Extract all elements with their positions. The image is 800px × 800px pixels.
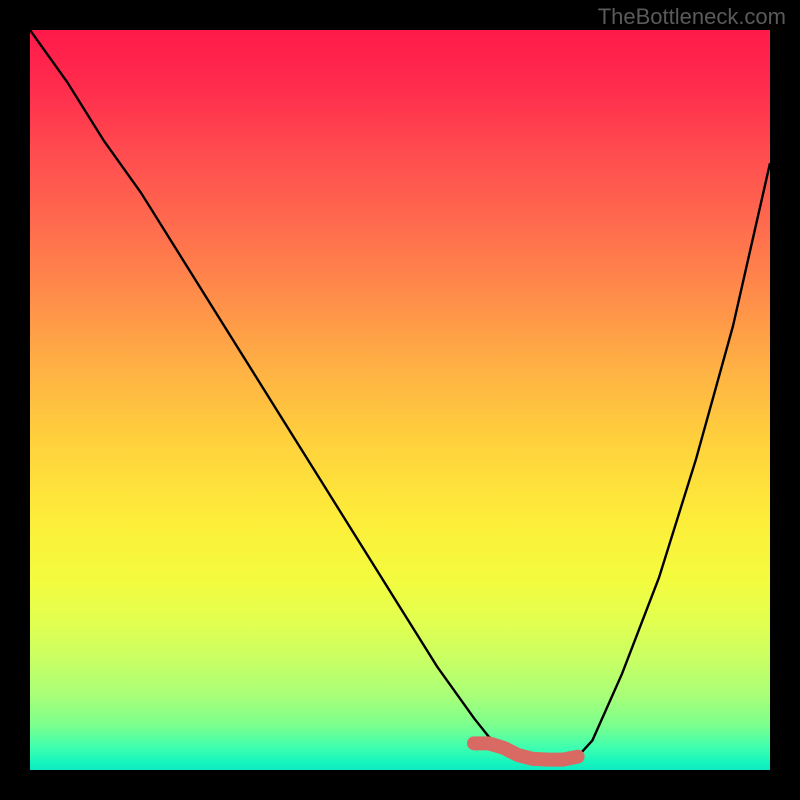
chart-highlight-segment bbox=[474, 743, 578, 759]
chart-plot-area bbox=[30, 30, 770, 770]
watermark-text: TheBottleneck.com bbox=[598, 4, 786, 30]
chart-curve-line bbox=[30, 30, 770, 760]
chart-svg-overlay bbox=[30, 30, 770, 770]
